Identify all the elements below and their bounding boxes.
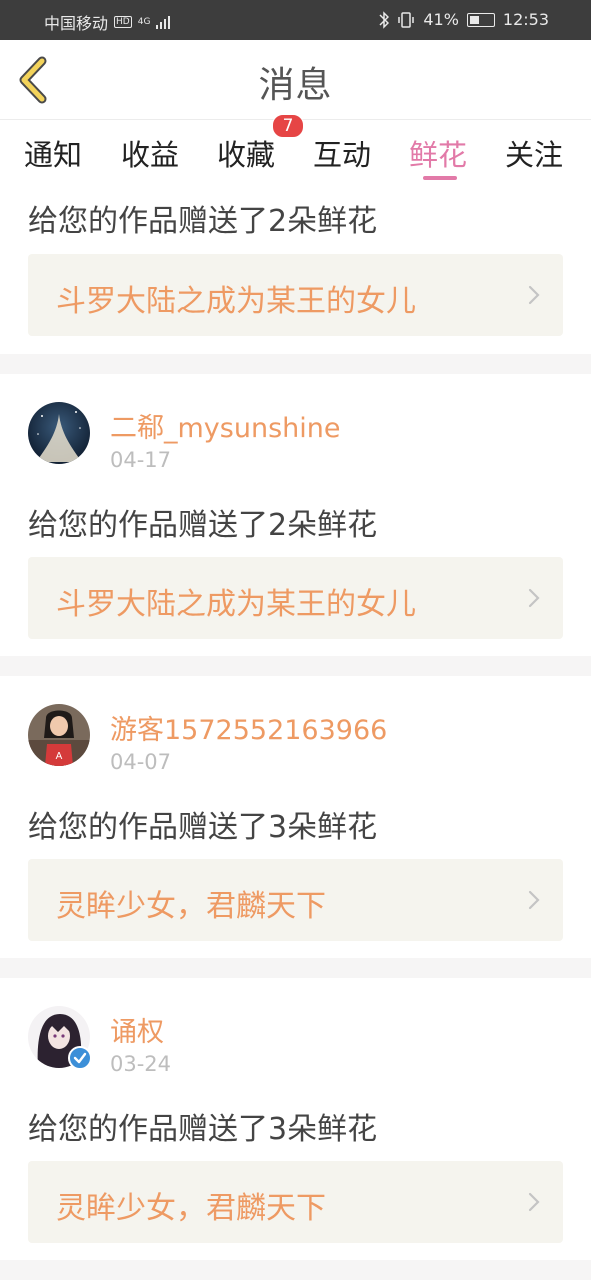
active-tab-indicator xyxy=(423,176,457,180)
page-title: 消息 xyxy=(258,65,333,106)
work-link[interactable]: 斗罗大陆之成为某王的女儿 xyxy=(28,254,563,336)
girl-photo-avatar-image: A xyxy=(28,704,90,766)
signal-icon xyxy=(156,15,171,29)
verified-badge-icon xyxy=(68,1046,92,1070)
vibrate-icon xyxy=(398,11,415,28)
chevron-right-icon xyxy=(528,890,540,910)
message-card: 给您的作品赠送了2朵鲜花 斗罗大陆之成为某王的女儿 xyxy=(0,182,591,354)
work-link[interactable]: 灵眸少女，君麟天下 xyxy=(28,859,563,941)
gift-message: 给您的作品赠送了3朵鲜花 xyxy=(28,1112,378,1147)
tab-notifications[interactable]: 通知 xyxy=(24,132,82,174)
battery-percent: 41% xyxy=(423,10,459,29)
work-title: 斗罗大陆之成为某王的女儿 xyxy=(56,587,416,622)
tab-follows[interactable]: 关注 xyxy=(505,132,563,174)
network-type: 4G xyxy=(137,17,151,27)
message-card: 二郗_mysunshine 04-17 给您的作品赠送了2朵鲜花 斗罗大陆之成为… xyxy=(0,374,591,656)
message-date: 04-07 xyxy=(110,750,172,774)
work-title: 灵眸少女，君麟天下 xyxy=(56,889,326,924)
chevron-right-icon xyxy=(528,588,540,608)
favorites-count-badge: 7 xyxy=(272,114,304,138)
work-title: 斗罗大陆之成为某王的女儿 xyxy=(56,284,416,319)
gift-message: 给您的作品赠送了3朵鲜花 xyxy=(28,810,378,845)
work-title: 灵眸少女，君麟天下 xyxy=(56,1191,326,1226)
work-link[interactable]: 灵眸少女，君麟天下 xyxy=(28,1161,563,1243)
username[interactable]: 二郗_mysunshine xyxy=(110,406,340,445)
username[interactable]: 游客1572552163966 xyxy=(110,708,387,747)
battery-icon xyxy=(466,12,495,27)
status-bar: 中国移动 HD 4G 41% 12:53 xyxy=(0,0,591,40)
username[interactable]: 诵权 xyxy=(110,1010,164,1049)
night-sky-avatar-image xyxy=(28,402,90,464)
bluetooth-icon xyxy=(379,10,390,29)
tab-flowers[interactable]: 鲜花 xyxy=(409,132,467,174)
tab-favorites[interactable]: 收藏 xyxy=(217,132,275,174)
work-link[interactable]: 斗罗大陆之成为某王的女儿 xyxy=(28,557,563,639)
status-bar-right: 41% 12:53 xyxy=(379,10,549,29)
svg-text:A: A xyxy=(56,751,63,762)
message-card: 诵权 03-24 给您的作品赠送了3朵鲜花 灵眸少女，君麟天下 xyxy=(0,978,591,1260)
tab-interactions[interactable]: 互动 xyxy=(313,132,371,174)
hd-icon: HD xyxy=(114,16,132,28)
chevron-right-icon xyxy=(528,1192,540,1212)
carrier-name: 中国移动 xyxy=(44,14,109,33)
gift-message: 给您的作品赠送了2朵鲜花 xyxy=(28,508,378,543)
status-bar-left: 中国移动 HD 4G xyxy=(44,10,171,34)
message-date: 03-24 xyxy=(110,1052,172,1076)
user-avatar[interactable] xyxy=(28,402,90,464)
clock-time: 12:53 xyxy=(502,10,549,29)
tab-earnings[interactable]: 收益 xyxy=(121,132,179,174)
message-date: 04-17 xyxy=(110,448,172,472)
app-header: 消息 xyxy=(0,40,591,120)
user-avatar[interactable]: A xyxy=(28,704,90,766)
gift-message: 给您的作品赠送了2朵鲜花 xyxy=(28,204,378,239)
message-card: A 游客1572552163966 04-07 给您的作品赠送了3朵鲜花 灵眸少… xyxy=(0,676,591,958)
chevron-right-icon xyxy=(528,285,540,305)
